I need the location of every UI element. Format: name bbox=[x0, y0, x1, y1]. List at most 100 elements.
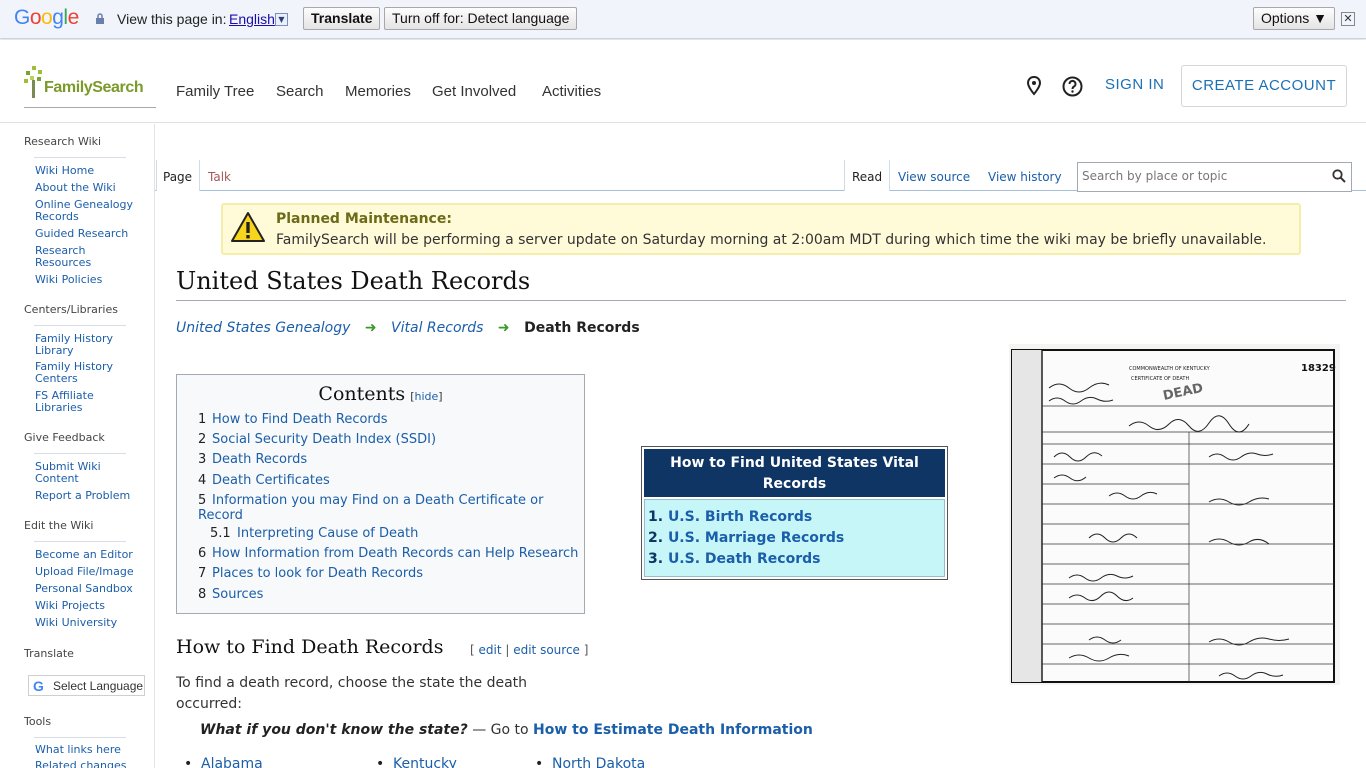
vital-records-box: How to Find United States Vital Records … bbox=[641, 446, 948, 580]
sidebar-item-guided-research[interactable]: Guided Research bbox=[35, 228, 135, 240]
tab-talk[interactable]: Talk bbox=[208, 170, 231, 184]
sidebar-heading-centers: Centers/Libraries bbox=[24, 303, 118, 316]
sidebar-item-wiki-policies[interactable]: Wiki Policies bbox=[35, 274, 135, 286]
what-if-question: What if you don't know the state? bbox=[200, 722, 468, 738]
toc-title: Contents bbox=[318, 383, 406, 405]
toc-item[interactable]: 7 Places to look for Death Records bbox=[198, 566, 423, 581]
translate-bar: Google View this page in: English ▼ Tran… bbox=[0, 0, 1366, 39]
nav-family-tree[interactable]: Family Tree bbox=[176, 83, 254, 100]
select-language-label: Select Language bbox=[53, 679, 144, 693]
divider bbox=[34, 541, 126, 542]
wiki-search[interactable] bbox=[1077, 162, 1352, 192]
location-pin-icon[interactable] bbox=[1026, 76, 1042, 96]
cert-state: COMMONWEALTH OF KENTUCKY bbox=[1129, 366, 1211, 372]
sidebar-item-wiki-home[interactable]: Wiki Home bbox=[35, 165, 135, 177]
options-button[interactable]: Options ▼ bbox=[1253, 7, 1335, 30]
language-dropdown-icon[interactable]: ▼ bbox=[275, 13, 288, 26]
language-select[interactable]: English bbox=[229, 11, 275, 27]
sidebar-item-about-wiki[interactable]: About the Wiki bbox=[35, 182, 135, 194]
toc-item[interactable]: 4 Death Certificates bbox=[198, 473, 330, 488]
sidebar-heading-feedback: Give Feedback bbox=[24, 431, 105, 444]
sidebar-item-online-records[interactable]: Online Genealogy Records bbox=[35, 199, 135, 223]
state-link-north-dakota[interactable]: North Dakota bbox=[535, 756, 645, 768]
toc-item[interactable]: 6 How Information from Death Records can … bbox=[198, 546, 578, 561]
vital-records-title: How to Find United States Vital Records bbox=[644, 449, 945, 497]
divider bbox=[34, 157, 126, 158]
vital-item-marriage[interactable]: 2. U.S. Marriage Records bbox=[648, 530, 844, 546]
tab-page[interactable]: Page bbox=[163, 170, 192, 184]
estimate-death-link[interactable]: How to Estimate Death Information bbox=[533, 722, 813, 738]
cert-type: CERTIFICATE OF DEATH bbox=[1131, 376, 1189, 382]
notice-message: FamilySearch will be performing a server… bbox=[276, 232, 1267, 248]
sidebar-item-related-changes[interactable]: Related changes bbox=[35, 760, 135, 768]
familysearch-logo[interactable]: FamilySearch bbox=[24, 64, 156, 108]
sidebar-item-sandbox[interactable]: Personal Sandbox bbox=[35, 583, 135, 595]
view-page-label: View this page in: bbox=[117, 11, 227, 27]
title-divider bbox=[176, 300, 1346, 301]
warning-icon bbox=[231, 212, 265, 242]
sign-in-link[interactable]: SIGN IN bbox=[1105, 76, 1164, 93]
tree-icon bbox=[24, 66, 42, 98]
toc-item[interactable]: 1 How to Find Death Records bbox=[198, 412, 388, 427]
sidebar: Research Wiki Wiki Home About the Wiki O… bbox=[0, 124, 155, 768]
breadcrumb-current: Death Records bbox=[524, 320, 640, 336]
tab-view-source[interactable]: View source bbox=[898, 170, 970, 184]
search-icon[interactable] bbox=[1332, 169, 1346, 183]
google-logo: Google bbox=[14, 6, 79, 29]
sidebar-item-submit-content[interactable]: Submit Wiki Content bbox=[35, 461, 110, 485]
sidebar-item-wiki-projects[interactable]: Wiki Projects bbox=[35, 600, 135, 612]
sidebar-heading-tools: Tools bbox=[24, 715, 52, 728]
nav-get-involved[interactable]: Get Involved bbox=[432, 83, 516, 100]
sidebar-item-fhl[interactable]: Family History Library bbox=[35, 333, 120, 357]
translate-button[interactable]: Translate bbox=[303, 7, 381, 30]
toc-item[interactable]: 5 Information you may Find on a Death Cer… bbox=[198, 493, 558, 523]
google-g-icon: G bbox=[33, 678, 44, 694]
table-of-contents: Contents [hide] 1 How to Find Death Recor… bbox=[176, 374, 585, 614]
site-header: FamilySearch Family Tree Search Memories… bbox=[0, 40, 1366, 123]
tab-read[interactable]: Read bbox=[852, 170, 882, 184]
close-icon[interactable]: ✕ bbox=[1341, 12, 1355, 26]
lock-icon bbox=[96, 13, 104, 24]
sidebar-item-upload[interactable]: Upload File/Image bbox=[35, 566, 135, 578]
toc-item[interactable]: 5.1 Interpreting Cause of Death bbox=[210, 526, 418, 541]
vital-item-birth[interactable]: 1. U.S. Birth Records bbox=[648, 509, 812, 525]
tab-view-history[interactable]: View history bbox=[988, 170, 1062, 184]
page-title: United States Death Records bbox=[176, 267, 531, 295]
toc-item[interactable]: 2 Social Security Death Index (SSDI) bbox=[198, 432, 436, 447]
toc-item[interactable]: 8 Sources bbox=[198, 587, 263, 602]
section-heading: How to Find Death Records bbox=[176, 636, 444, 658]
nav-search[interactable]: Search bbox=[276, 83, 324, 100]
section-edit-links: [ edit | edit source ] bbox=[470, 643, 589, 657]
select-language-widget[interactable]: G Select Language bbox=[28, 675, 145, 696]
edit-source-link[interactable]: edit source bbox=[513, 643, 580, 657]
death-certificate-image[interactable]: COMMONWEALTH OF KENTUCKY CERTIFICATE OF … bbox=[1009, 344, 1340, 685]
state-link-kentucky[interactable]: Kentucky bbox=[376, 756, 457, 768]
toc-header: Contents [hide] bbox=[318, 383, 443, 405]
sidebar-item-research-resources[interactable]: Research Resources bbox=[35, 245, 115, 269]
state-link-alabama[interactable]: Alabama bbox=[184, 756, 263, 768]
breadcrumb-us-genealogy[interactable]: United States Genealogy bbox=[176, 320, 350, 336]
nav-activities[interactable]: Activities bbox=[542, 83, 601, 100]
cert-number: 18329 bbox=[1301, 363, 1336, 374]
help-icon[interactable] bbox=[1062, 76, 1083, 97]
breadcrumb-vital-records[interactable]: Vital Records bbox=[391, 320, 483, 336]
arrow-right-icon: ➜ bbox=[497, 320, 510, 336]
sidebar-heading-research-wiki: Research Wiki bbox=[24, 135, 102, 148]
turn-off-button[interactable]: Turn off for: Detect language bbox=[384, 7, 578, 30]
nav-memories[interactable]: Memories bbox=[345, 83, 411, 100]
toc-item[interactable]: 3 Death Records bbox=[198, 452, 307, 467]
sidebar-item-wiki-university[interactable]: Wiki University bbox=[35, 617, 135, 629]
sidebar-item-fhc[interactable]: Family History Centers bbox=[35, 361, 120, 385]
vital-records-list: 1. U.S. Birth Records 2. U.S. Marriage R… bbox=[644, 499, 945, 577]
sidebar-item-become-editor[interactable]: Become an Editor bbox=[35, 549, 135, 561]
sidebar-item-report-problem[interactable]: Report a Problem bbox=[35, 490, 135, 502]
divider bbox=[34, 737, 126, 738]
sidebar-heading-translate: Translate bbox=[24, 647, 74, 660]
edit-link[interactable]: edit bbox=[479, 643, 502, 657]
toc-hide-link[interactable]: hide bbox=[415, 390, 439, 403]
sidebar-item-fs-affiliate[interactable]: FS Affiliate Libraries bbox=[35, 390, 105, 414]
sidebar-item-what-links[interactable]: What links here bbox=[35, 744, 135, 756]
vital-item-death[interactable]: 3. U.S. Death Records bbox=[648, 551, 820, 567]
create-account-button[interactable]: CREATE ACCOUNT bbox=[1181, 65, 1347, 107]
search-input[interactable] bbox=[1082, 169, 1322, 183]
